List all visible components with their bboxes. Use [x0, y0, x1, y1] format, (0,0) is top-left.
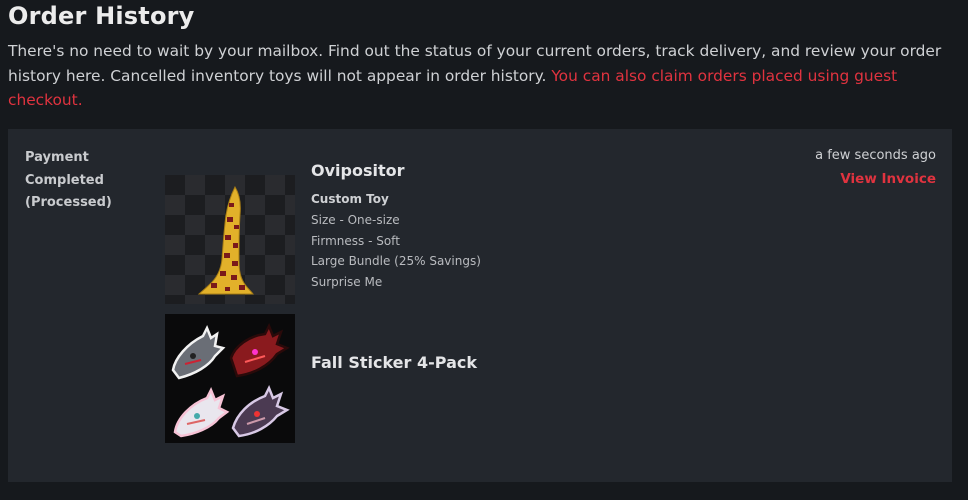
status-line-completed: Completed [25, 172, 104, 188]
order-card: Payment Completed (Processed) a few seco… [8, 129, 952, 482]
page-title: Order History [8, 2, 195, 30]
sticker-white [173, 386, 230, 438]
option-size: Size - One-size [311, 213, 400, 227]
sticker-purple [231, 384, 290, 438]
item-name-ovipositor[interactable]: Ovipositor [311, 161, 405, 180]
intro-paragraph: There's no need to wait by your mailbox.… [8, 39, 953, 113]
view-invoice-link[interactable]: View Invoice [840, 171, 936, 187]
sticker-grey [171, 324, 226, 380]
sticker-image-graphic [171, 322, 290, 438]
option-firmness: Firmness - Soft [311, 233, 400, 248]
ovipositor-product-image[interactable] [165, 175, 295, 304]
toy-image-graphic [165, 175, 295, 304]
item-name-sticker-pack[interactable]: Fall Sticker 4-Pack [311, 353, 477, 372]
status-line-payment: Payment [25, 150, 89, 165]
order-timestamp: a few seconds ago [815, 148, 936, 163]
sticker-pack-product-image[interactable] [165, 314, 295, 443]
item-type-label: Custom Toy [311, 192, 389, 206]
order-history-page: Order History There's no need to wait by… [0, 0, 968, 500]
option-bundle: Large Bundle (25% Savings) [311, 254, 481, 268]
option-surprise: Surprise Me [311, 274, 383, 289]
sticker-red [229, 322, 290, 378]
order-status: Payment Completed (Processed) [25, 147, 112, 215]
status-line-processed: (Processed) [25, 195, 112, 210]
